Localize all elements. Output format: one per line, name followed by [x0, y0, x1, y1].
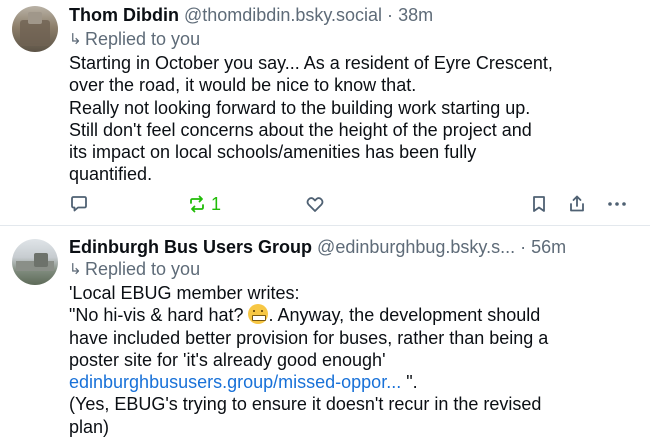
bookmark-button[interactable] [528, 192, 550, 216]
avatar-tower-shape [28, 12, 42, 24]
avatar-bus-shape [34, 253, 48, 267]
post-header: Edinburgh Bus Users Group @edinburghbug.… [69, 236, 566, 258]
more-options-button[interactable] [606, 192, 628, 216]
post-text-segment: . Anyway, the development should [268, 305, 541, 326]
post-header: Thom Dibdin @thomdibdin.bsky.social · 38… [69, 4, 433, 26]
reply-icon [71, 196, 87, 212]
header-separator: · [520, 237, 527, 257]
header-separator: · [387, 5, 394, 25]
bookmark-icon [533, 196, 545, 212]
repost-icon [190, 195, 204, 213]
more-icon [608, 202, 626, 206]
post-time[interactable]: 38m [398, 5, 433, 25]
replied-to-label: Replied to you [85, 29, 201, 49]
post-text-line: quantified. [69, 164, 153, 185]
post-text-line: plan) [69, 416, 110, 437]
replied-to-indicator[interactable]: ↳ Replied to you [69, 28, 200, 51]
post-text-line: edinburghbususers.group/missed-oppor... … [69, 371, 641, 393]
post-text-line: poster site for 'it's already good enoug… [69, 349, 386, 370]
post-actions: 1 [0, 192, 650, 220]
post-text-line: 'Local EBUG member writes: [69, 283, 300, 303]
replied-to-label: Replied to you [85, 259, 201, 279]
share-icon [570, 195, 584, 212]
author-handle[interactable]: @edinburghbug.bsky.s... [317, 237, 515, 257]
post-edinburgh-bus-users-group[interactable]: Edinburgh Bus Users Group @edinburghbug.… [0, 227, 650, 443]
post-body: Starting in October you say... As a resi… [69, 52, 641, 186]
post-time[interactable]: 56m [531, 237, 566, 257]
replied-to-indicator[interactable]: ↳ Replied to you [69, 258, 200, 281]
post-divider [0, 225, 650, 226]
like-button[interactable] [304, 192, 326, 216]
post-text-line: have included better provision for buses… [69, 327, 549, 348]
like-icon [306, 197, 324, 212]
author-name[interactable]: Edinburgh Bus Users Group [69, 237, 312, 257]
author-avatar[interactable] [12, 6, 58, 52]
author-avatar[interactable] [12, 239, 58, 285]
post-text-line: (Yes, EBUG's trying to ensure it doesn't… [69, 394, 542, 415]
repost-button[interactable]: 1 [186, 192, 221, 216]
post-body: 'Local EBUG member writes: "No hi-vis & … [69, 282, 641, 438]
share-button[interactable] [566, 192, 588, 216]
post-text-line: "No hi-vis & hard hat? . Anyway, the dev… [69, 304, 641, 326]
post-text-line: Still don't feel concerns about the heig… [69, 119, 532, 140]
repost-count: 1 [211, 193, 222, 214]
post-link[interactable]: edinburghbususers.group/missed-oppor... [69, 372, 401, 392]
post-text-line: Really not looking forward to the buildi… [69, 97, 531, 118]
reply-arrow-icon: ↳ [69, 31, 82, 48]
post-thom-dibdin[interactable]: Thom Dibdin @thomdibdin.bsky.social · 38… [0, 0, 650, 226]
post-text-segment: "No hi-vis & hard hat? [69, 305, 249, 326]
reply-arrow-icon: ↳ [69, 261, 82, 278]
post-text-segment: ". [401, 372, 418, 393]
post-text-line: over the road, it would be nice to know … [69, 75, 417, 96]
grimacing-face-emoji-icon [248, 304, 269, 325]
reply-button[interactable] [68, 192, 90, 216]
post-text-line: Starting in October you say... As a resi… [69, 53, 553, 73]
author-name[interactable]: Thom Dibdin [69, 5, 179, 25]
post-text-line: its impact on local schools/amenities ha… [69, 142, 477, 163]
author-handle[interactable]: @thomdibdin.bsky.social [184, 5, 382, 25]
